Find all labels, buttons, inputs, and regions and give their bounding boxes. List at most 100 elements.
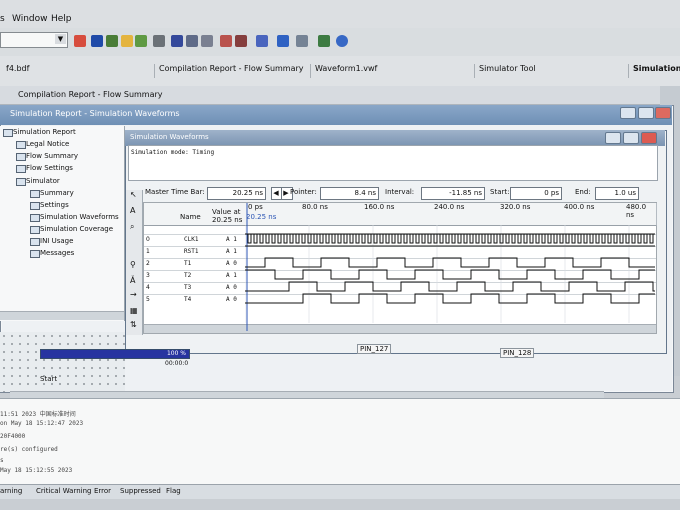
wrench-icon[interactable] <box>121 35 133 47</box>
zoom-tool-icon[interactable]: ⌕ <box>130 222 134 232</box>
waveform-plot[interactable] <box>245 203 655 331</box>
clock-icon[interactable] <box>235 35 247 47</box>
simulation-mode-box: Simulation mode: Timing <box>128 145 658 181</box>
project-combo[interactable]: ▼ <box>0 32 68 48</box>
document-tabs: f4.bdf Compilation Report - Flow Summary… <box>0 56 680 87</box>
tree-horizontal-scrollbar[interactable] <box>0 311 124 320</box>
redo-icon[interactable] <box>201 35 213 47</box>
console-line: 11:51 2023 中国标准时间 <box>0 411 76 418</box>
download-icon[interactable] <box>277 35 289 47</box>
message-icon <box>30 250 40 258</box>
name-header-label: Name <box>180 213 201 221</box>
maximize-button[interactable] <box>638 107 654 119</box>
console-line: May 18 15:12:55 2023 <box>0 467 73 474</box>
check-icon[interactable] <box>106 35 118 47</box>
signal-value: A 0 <box>226 284 237 291</box>
signal-name: RST1 <box>184 248 199 255</box>
help-icon[interactable] <box>336 35 348 47</box>
menu-item-s[interactable]: s <box>0 14 5 24</box>
tab-warning[interactable]: arning <box>0 487 22 495</box>
minimize-button[interactable] <box>620 107 636 119</box>
compilation-report-window-title: Compilation Report - Flow Summary <box>0 86 660 105</box>
start-label: Start: <box>490 188 510 196</box>
compilation-report-title: Compilation Report - Flow Summary <box>18 90 163 99</box>
simulation-report-title: Simulation Report - Simulation Waveforms <box>10 109 180 118</box>
tab-waveform[interactable]: Waveform1.vwf <box>310 64 381 78</box>
folder-icon <box>30 226 40 234</box>
folder-icon <box>16 178 26 186</box>
replace-icon[interactable]: Ǎ <box>130 276 135 285</box>
console-line: s <box>0 457 4 464</box>
schematic-workspace <box>0 332 125 392</box>
t2-wave <box>245 269 655 280</box>
master-time-bar-field[interactable]: 20.25 ns <box>207 187 266 200</box>
end-label: End: <box>575 188 591 196</box>
main-toolbar: ▼ <box>0 28 680 57</box>
close-button[interactable] <box>655 107 671 119</box>
table-icon <box>16 165 26 173</box>
tab-compilation-report[interactable]: Compilation Report - Flow Summary <box>154 64 308 78</box>
signal-name: T4 <box>184 296 192 303</box>
settings-icon[interactable] <box>153 35 165 47</box>
row-number: 1 <box>146 248 150 255</box>
pin-label-127: PIN_127 <box>357 344 392 354</box>
probe-icon[interactable] <box>296 35 308 47</box>
tab-simulation[interactable]: Simulation <box>628 64 680 78</box>
restore-button[interactable] <box>623 132 639 144</box>
progress-text: 100 % <box>166 350 186 357</box>
start-button[interactable]: Start <box>40 375 57 383</box>
simulation-waveforms-titlebar: Simulation Waveforms <box>125 130 665 146</box>
play-icon[interactable] <box>171 35 183 47</box>
diamond-icon[interactable] <box>135 35 147 47</box>
signal-value: A 0 <box>226 296 237 303</box>
grid-icon[interactable]: ▦ <box>130 306 138 315</box>
signal-value: A 0 <box>226 260 237 267</box>
console-line: 20F4000 <box>0 433 26 440</box>
tab-simulator-tool[interactable]: Simulator Tool <box>474 64 540 78</box>
row-number: 2 <box>146 260 150 267</box>
tab-suppressed[interactable]: Suppressed <box>120 487 161 495</box>
simulation-report-titlebar: Simulation Report - Simulation Waveforms <box>0 105 672 125</box>
table-icon <box>30 190 40 198</box>
minimize-button[interactable] <box>605 132 621 144</box>
compile-progress-bar: 100 % <box>40 349 190 359</box>
menu-item-help[interactable]: Help <box>51 14 72 24</box>
timing-icon[interactable] <box>220 35 232 47</box>
waveform-tools: ↖ A ⌕ ⚲ Ǎ → ▦ ⇅ <box>126 190 143 335</box>
text-tool-icon[interactable]: A <box>130 206 135 215</box>
signal-name: CLK1 <box>184 236 199 243</box>
waveform-icon <box>30 214 40 222</box>
signal-value: A 1 <box>226 272 237 279</box>
rtl-icon[interactable] <box>318 35 330 47</box>
elapsed-time: 00:00:0 <box>165 360 189 367</box>
console-line: on May 18 15:12:47 2023 <box>0 420 84 427</box>
arrow-right-icon[interactable]: → <box>130 290 137 299</box>
pointer-field[interactable]: 8.4 ns <box>320 187 379 200</box>
sort-icon[interactable]: ⇅ <box>130 320 137 329</box>
value-header-label: Value at 20.25 ns <box>212 208 243 224</box>
start-field[interactable]: 0 ps <box>510 187 562 200</box>
report-tree: Simulation Report Legal Notice Flow Summ… <box>0 126 125 321</box>
chevron-down-icon[interactable]: ▼ <box>55 34 66 44</box>
interval-field[interactable]: -11.85 ns <box>421 187 485 200</box>
selection-tool-icon[interactable]: ↖ <box>130 190 137 199</box>
tab-f4-bdf[interactable]: f4.bdf <box>2 64 33 78</box>
menu-item-window[interactable]: Window <box>12 14 48 24</box>
step-icon[interactable] <box>186 35 198 47</box>
tab-critical-warning[interactable]: Critical Warning <box>36 487 92 495</box>
tab-error[interactable]: Error <box>94 487 111 495</box>
t4-wave <box>245 293 655 304</box>
signal-name: T1 <box>184 260 192 267</box>
message-console: 11:51 2023 中国标准时间 on May 18 15:12:47 202… <box>0 398 680 487</box>
row-number: 4 <box>146 284 150 291</box>
end-field[interactable]: 1.0 us <box>595 187 639 200</box>
close-button[interactable] <box>641 132 657 144</box>
value-column-header: Value at 20.25 ns <box>208 203 245 226</box>
find-icon[interactable]: ⚲ <box>130 260 136 269</box>
chip-icon[interactable] <box>256 35 268 47</box>
signal-value: A 1 <box>226 248 237 255</box>
t3-wave <box>245 281 655 292</box>
pencil-icon[interactable] <box>91 35 103 47</box>
tab-flag[interactable]: Flag <box>166 487 181 495</box>
stop-icon[interactable] <box>74 35 86 47</box>
